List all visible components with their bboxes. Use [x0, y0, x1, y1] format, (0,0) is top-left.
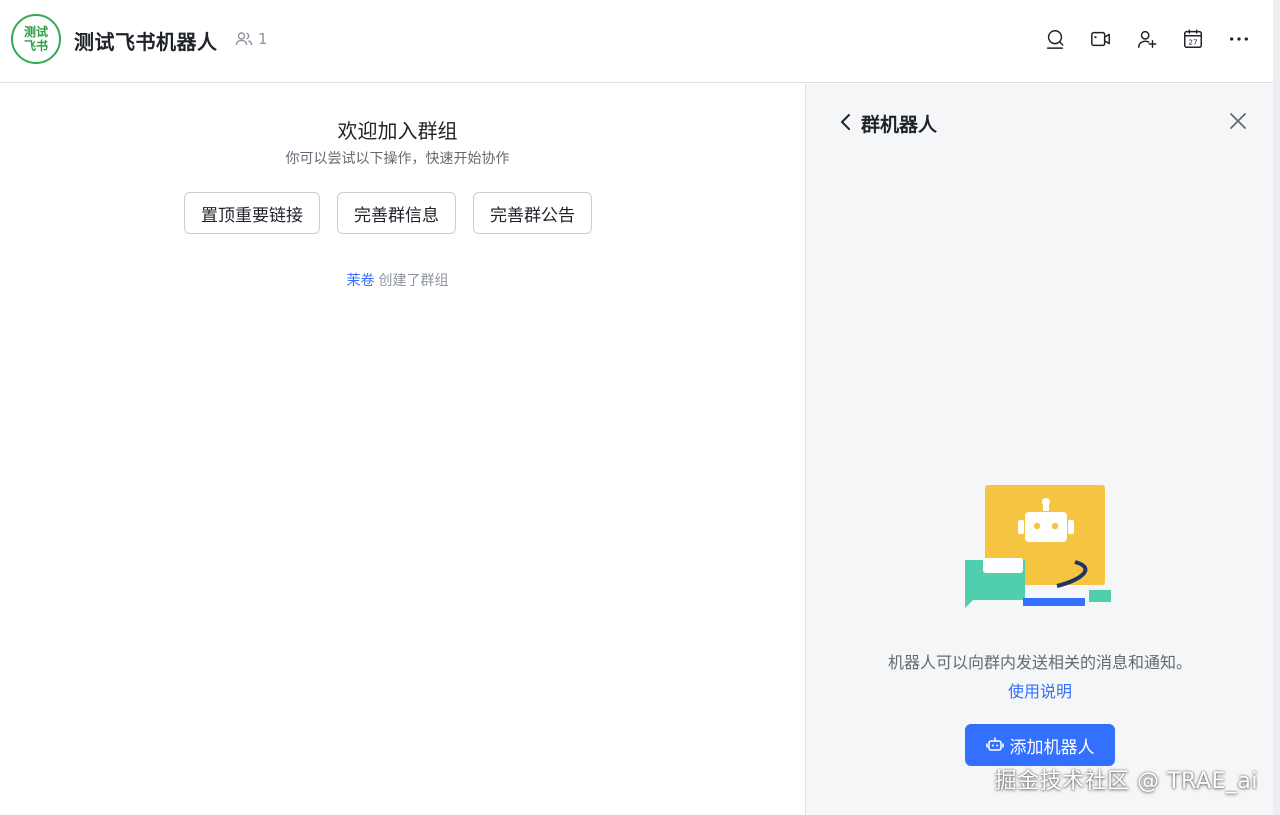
- group-avatar[interactable]: 测试 飞书: [11, 14, 61, 64]
- add-bot-label: 添加机器人: [1009, 737, 1095, 758]
- watermark: 掘金技术社区 @ TRAE_ai: [994, 769, 1258, 794]
- member-count[interactable]: 1: [235, 30, 268, 48]
- back-icon[interactable]: [836, 112, 856, 132]
- members-icon: [235, 32, 253, 46]
- group-name[interactable]: 测试飞书机器人: [74, 26, 218, 55]
- chat-header: 测试 飞书 测试飞书机器人 1 27: [0, 0, 1280, 83]
- video-call-icon: [1091, 31, 1110, 47]
- add-member-button[interactable]: [1134, 26, 1160, 52]
- creator-link[interactable]: 茉卷: [347, 273, 375, 289]
- close-icon[interactable]: [1227, 110, 1249, 132]
- complete-group-info-button[interactable]: 完善群信息: [337, 192, 456, 234]
- system-message: 茉卷 创建了群组: [0, 270, 795, 290]
- chat-main: 欢迎加入群组 你可以尝试以下操作，快速开始协作 置顶重要链接 完善群信息 完善群…: [0, 84, 805, 815]
- welcome-title: 欢迎加入群组: [337, 119, 458, 143]
- search-chat-button[interactable]: [1042, 26, 1068, 52]
- panel-title: 群机器人: [861, 114, 938, 136]
- calendar-icon: 27: [1184, 29, 1202, 48]
- calendar-button[interactable]: 27: [1180, 26, 1206, 52]
- quick-actions: 置顶重要链接 完善群信息 完善群公告: [184, 192, 592, 234]
- member-count-value: 1: [258, 30, 268, 48]
- help-link[interactable]: 使用说明: [806, 678, 1274, 702]
- panel-description: 机器人可以向群内发送相关的消息和通知。: [887, 653, 1192, 672]
- more-icon: [1230, 37, 1248, 41]
- avatar-text-line1: 测试: [23, 25, 48, 39]
- calendar-day: 27: [1188, 38, 1198, 47]
- add-member-icon: [1138, 30, 1157, 48]
- app-window: 测试 飞书 测试飞书机器人 1 27 欢迎加入群组 你可以尝试以下操作，快速开始…: [0, 0, 1280, 815]
- created-text: 创建了群组: [378, 273, 449, 289]
- welcome-subtitle: 你可以尝试以下操作，快速开始协作: [285, 151, 510, 167]
- pin-links-button[interactable]: 置顶重要链接: [184, 192, 320, 234]
- complete-group-notice-button[interactable]: 完善群公告: [473, 192, 592, 234]
- avatar-text-line2: 飞书: [23, 39, 48, 53]
- bot-icon: [985, 737, 1004, 751]
- search-chat-icon: [1046, 30, 1064, 49]
- add-bot-button[interactable]: 添加机器人: [965, 724, 1115, 766]
- video-call-button[interactable]: [1088, 26, 1114, 52]
- bot-panel: 群机器人 机器人可以向群内发送相关的消息和通知。 使用说明 添加机器人: [805, 84, 1273, 815]
- window-scrollbar[interactable]: [1273, 0, 1280, 815]
- more-button[interactable]: [1226, 26, 1252, 52]
- header-actions: 27: [1042, 26, 1252, 52]
- robot-illustration: [965, 485, 1111, 608]
